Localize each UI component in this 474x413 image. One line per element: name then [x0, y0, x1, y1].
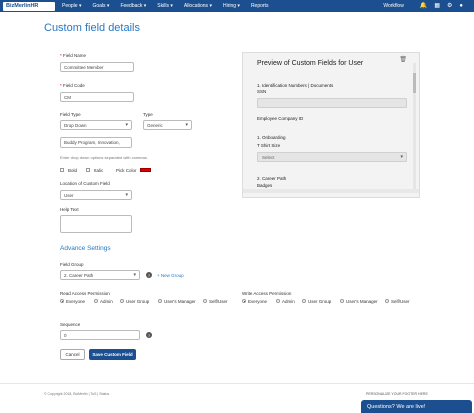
field-group-select[interactable]: 2. Career Path: [60, 270, 140, 280]
write-everyone-radio[interactable]: [242, 299, 246, 303]
color-swatch[interactable]: [140, 168, 151, 172]
preview-panel: Preview of Custom Fields for User 🗑 1. I…: [242, 52, 420, 198]
read-everyone-radio[interactable]: [60, 299, 64, 303]
italic-label: Italic: [94, 168, 104, 173]
read-admin-radio[interactable]: [94, 299, 98, 303]
type-label: Type: [143, 112, 153, 117]
preview-section-onboarding: 1. Onboarding: [257, 135, 286, 140]
preview-title: Preview of Custom Fields for User: [257, 60, 364, 67]
gear-icon[interactable]: ⚙: [447, 0, 452, 12]
write-self-user-label: Self/User: [391, 299, 410, 304]
live-chat-button[interactable]: Questions? We are live!: [361, 400, 472, 413]
bold-checkbox[interactable]: [60, 168, 64, 172]
location-value: User: [64, 192, 74, 198]
preview-ssn-input[interactable]: [257, 98, 407, 108]
read-self-user-label: Self/User: [209, 299, 228, 304]
location-label: Location of Custom Field: [60, 181, 110, 186]
field-name-label-text: Field Name: [63, 53, 87, 58]
read-user-group-radio[interactable]: [120, 299, 124, 303]
help-text-label: Help Text: [60, 207, 79, 212]
write-admin-label: Admin: [282, 299, 295, 304]
read-users-manager-radio[interactable]: [158, 299, 162, 303]
help-text-textarea[interactable]: [60, 215, 132, 233]
field-code-label-text: Field Code: [63, 83, 85, 88]
location-select[interactable]: User: [60, 190, 132, 200]
logo-text: BizMerlinHR: [6, 3, 39, 9]
type-select[interactable]: Generic: [143, 120, 192, 130]
read-everyone-label: Everyone: [66, 299, 86, 304]
preview-section-identification: 1. Identification Numbers | Documents: [257, 83, 334, 88]
workflow-link[interactable]: Workflow: [383, 3, 403, 9]
preview-scrollbar-thumb[interactable]: [413, 73, 416, 93]
page-title: Custom field details: [44, 22, 140, 34]
help-icon[interactable]: ?: [146, 272, 152, 278]
footer-personalize: PERSONALIZE YOUR FOOTER HERE: [366, 392, 428, 396]
nav-item-allocations[interactable]: Allocations ▾: [184, 3, 212, 9]
dropdown-options-input[interactable]: Buddy Program, Innovation,: [60, 137, 132, 148]
field-code-label: * Field Code: [60, 83, 85, 88]
preview-tshirt-label: T Shirt Size: [257, 143, 281, 148]
user-icon[interactable]: ●: [459, 0, 463, 12]
save-custom-field-button[interactable]: Save Custom Field: [89, 349, 136, 360]
field-type-label: Field Type: [60, 112, 81, 117]
read-users-manager-label: User's Manager: [164, 299, 196, 304]
field-type-value: Drop Down: [64, 122, 87, 128]
write-user-group-label: User Group: [308, 299, 332, 304]
read-admin-label: Admin: [100, 299, 113, 304]
trash-icon[interactable]: 🗑: [399, 56, 407, 63]
app-logo[interactable]: BizMerlinHR: [3, 1, 55, 11]
field-name-label: * Field Name: [60, 53, 87, 58]
options-hint: Enter drop down options separated with c…: [60, 155, 148, 160]
new-group-link[interactable]: + New Group: [157, 273, 184, 278]
preview-tshirt-placeholder: Select: [262, 154, 275, 160]
nav-item-feedback[interactable]: Feedback ▾: [120, 3, 146, 9]
preview-bottom-bar: [243, 189, 419, 193]
nav-item-skills[interactable]: Skills ▾: [157, 3, 173, 9]
write-users-manager-label: User's Manager: [346, 299, 378, 304]
pick-color-label: Pick Color: [116, 168, 137, 173]
sequence-input[interactable]: 0: [60, 330, 140, 340]
preview-tshirt-select[interactable]: Select: [257, 152, 407, 162]
read-user-group-label: User Group: [126, 299, 150, 304]
write-user-group-radio[interactable]: [302, 299, 306, 303]
nav-item-hiring[interactable]: Hiring ▾: [223, 3, 240, 9]
field-type-select[interactable]: Drop Down: [60, 120, 132, 130]
field-group-value: 2. Career Path: [64, 272, 94, 278]
cancel-button[interactable]: Cancel: [60, 349, 85, 360]
read-self-user-radio[interactable]: [203, 299, 207, 303]
calendar-icon[interactable]: ▦: [434, 0, 440, 12]
write-everyone-label: Everyone: [248, 299, 268, 304]
nav-item-goals[interactable]: Goals ▾: [92, 3, 109, 9]
nav-menu: People ▾ Goals ▾ Feedback ▾ Skills ▾ All…: [62, 3, 279, 9]
italic-checkbox[interactable]: [86, 168, 90, 172]
preview-section-career-path: 2. Career Path: [257, 176, 287, 181]
nav-item-reports[interactable]: Reports: [251, 3, 269, 9]
footer-divider: [0, 383, 474, 384]
preview-ssn-label: SSN: [257, 89, 267, 94]
write-users-manager-radio[interactable]: [340, 299, 344, 303]
type-value: Generic: [147, 122, 163, 128]
nav-right: Workflow 🔔 ▦ ⚙ ●: [383, 0, 470, 12]
write-self-user-radio[interactable]: [385, 299, 389, 303]
field-name-input[interactable]: Committee Member: [60, 62, 134, 72]
field-code-input[interactable]: CM: [60, 92, 134, 102]
preview-employee-company-id-label: Employee Company ID: [257, 116, 304, 121]
field-group-label: Field Group: [60, 262, 84, 267]
bold-label: Bold: [68, 168, 78, 173]
read-access-label: Read Access Permission: [60, 291, 110, 296]
write-access-label: Write Access Permission: [242, 291, 292, 296]
footer-copyright: © Copyright 2018, BizMerlin | ToS | Stat…: [44, 392, 110, 396]
sequence-label: Sequence: [60, 322, 81, 327]
top-nav: BizMerlinHR People ▾ Goals ▾ Feedback ▾ …: [0, 0, 474, 12]
write-admin-radio[interactable]: [276, 299, 280, 303]
sequence-help-icon[interactable]: ?: [146, 332, 152, 338]
bell-icon[interactable]: 🔔: [420, 0, 427, 12]
nav-item-people[interactable]: People ▾: [62, 3, 81, 9]
advanced-settings-title: Advance Settings: [60, 245, 111, 252]
preview-badges-label: Badges: [257, 183, 273, 188]
preview-scrollbar[interactable]: [413, 63, 416, 189]
